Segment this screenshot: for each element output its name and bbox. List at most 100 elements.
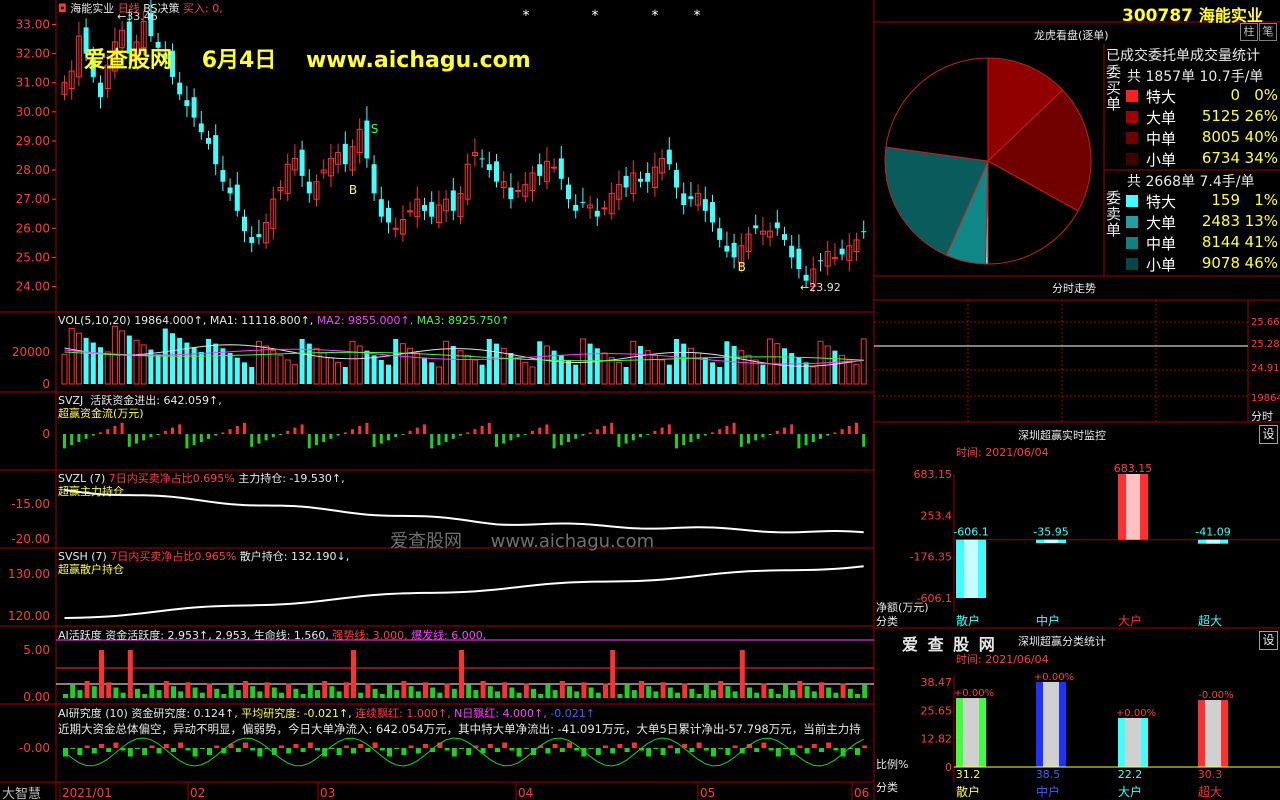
candle-body [299,149,305,176]
volume-bar [644,350,651,385]
fund-flow-bar [329,434,333,439]
category-name: 中户 [1036,784,1060,799]
monitor-settings-button[interactable]: 设 [1259,425,1278,444]
svzj-sublabel: 超赢资金流(万元) [58,407,144,420]
low-price-label: ←23.92 [800,281,841,294]
volume-bar [263,345,270,385]
volume-bar [450,345,456,384]
research-bar [624,748,630,752]
volume-bar [429,362,435,384]
activity-bar [329,686,335,698]
research-bar [783,748,788,749]
fund-flow-bar [127,434,131,447]
retail-line [64,565,864,619]
research-bar [487,744,493,748]
candle-body [184,100,190,106]
date-label: 06 [854,786,869,800]
fund-flow-bar [826,434,830,436]
fund-flow-bar [804,434,808,446]
tick-mode-button[interactable]: 笔 [1259,23,1277,41]
volume-bar [566,359,571,384]
monitor-bar-shine [1206,539,1220,544]
volume-bar [767,338,774,385]
activity-bar [617,694,623,698]
research-bar [754,748,760,752]
fund-flow-bar [711,432,714,434]
volume-bar [724,341,730,384]
bar-mode-button[interactable]: 柱 [1240,23,1258,41]
activity-bar [502,682,508,698]
research-bar [135,748,140,749]
volume-bar [119,330,126,385]
candle-body [566,184,571,200]
fund-flow-bar [725,426,729,434]
period-label[interactable]: 日线 [118,2,140,15]
volume-bar [422,357,427,384]
research-bar [214,745,220,748]
fund-flow-bar [408,430,412,434]
activity-bar [682,683,688,698]
research-bar [826,742,832,748]
activity-bar [725,686,731,698]
research-bar [77,748,83,755]
activity-bar [99,650,104,698]
candle-body [818,260,823,262]
volume-bar [90,342,96,384]
star-marker: * [592,8,599,24]
ai-tick: 5.00 [23,643,50,657]
fund-flow-bar [480,426,484,434]
monitor-category: 大户 [1118,613,1142,628]
research-bar [300,748,306,752]
fund-flow-bar [315,434,318,446]
category-name: 大户 [1118,784,1142,799]
monitor-bar-shine [1126,474,1140,540]
vol-tick: 20000 [12,345,50,359]
activity-bar [581,682,587,698]
volume-bar [255,340,262,385]
activity-bar [711,690,716,698]
candle-body [429,202,435,217]
signal-S: S [371,122,379,136]
volume-bar [479,364,485,384]
row-name: 小单 [1146,256,1177,274]
activity-bar [199,692,205,698]
volume-bar [702,357,708,384]
research-bar [250,748,256,751]
fund-flow-bar [466,432,470,434]
fund-flow-bar [401,434,405,435]
category-name: 散户 [956,784,980,799]
price-tick: 30.00 [16,105,50,119]
fund-flow-bar [394,434,398,438]
fund-flow-bar [739,434,743,447]
activity-bar [804,686,810,698]
candle-menu-icon[interactable]: ◘ [58,2,67,15]
category-settings-button[interactable]: 设 [1259,631,1278,650]
candle-body [666,149,672,165]
activity-bar [365,683,371,698]
research-bar [725,748,731,755]
activity-bar [372,688,378,698]
fund-flow-bar [502,434,506,444]
research-bar [84,745,90,748]
monitor-bar-shine [1044,539,1058,544]
star-marker: * [652,8,659,24]
price-tick: 25.00 [16,250,50,264]
volume-bar [803,362,809,384]
fund-flow-bar [379,434,383,444]
candle-body [558,158,564,179]
research-bar [178,742,184,748]
activity-bar [466,684,472,698]
buy-row: 大单 5125 26% [1126,107,1280,128]
fund-flow-bar [192,434,196,446]
research-bar [617,744,623,748]
candle-body [191,97,197,118]
volume-bar [83,337,89,384]
volume-bar [494,343,499,384]
activity-bar [387,684,392,698]
fund-flow-bar [214,434,218,436]
volume-bar [61,353,68,385]
fund-flow-bar [437,434,441,446]
activity-bar [336,691,342,698]
activity-bar [351,650,356,698]
fund-flow-bar [120,422,124,434]
